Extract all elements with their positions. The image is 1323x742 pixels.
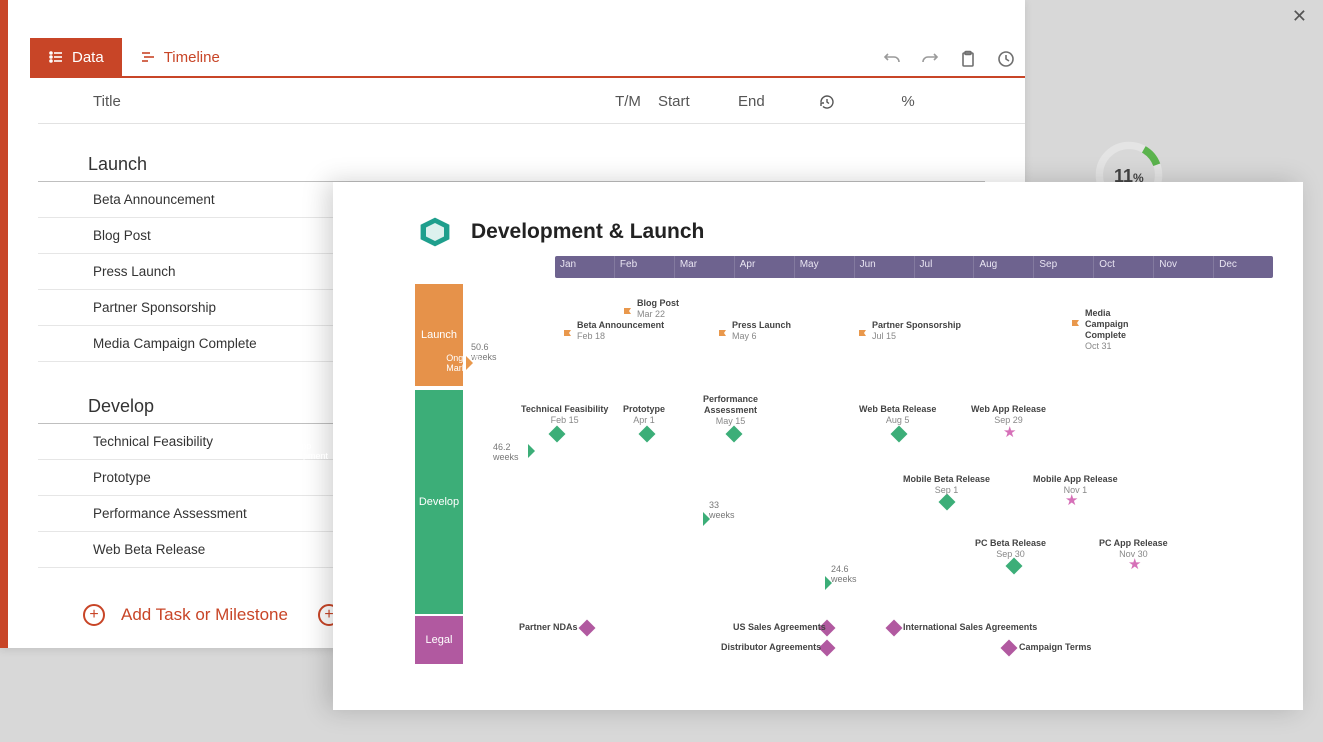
flag-icon [623,308,633,320]
milestone-label: Media Campaign CompleteOct 31 [1085,308,1129,352]
milestone-label: Mobile App ReleaseNov 1 [1033,474,1118,496]
list-icon [48,49,64,65]
bar-label: Mobile App Development [510,509,563,529]
gantt-chart: Jan Feb Mar Apr May Jun Jul Aug Sep Oct … [415,256,1273,680]
tab-data-label: Data [72,49,104,66]
toolbar [883,40,1015,78]
milestone-label: Campaign Terms [1019,642,1091,653]
month-cell: May [794,256,854,278]
diamond-icon [939,494,956,511]
month-cell: Feb [614,256,674,278]
milestone-label: Blog PostMar 22 [637,298,679,320]
add-task-button[interactable]: + Add Task or Milestone [83,604,288,626]
flag-icon [858,330,868,342]
close-button[interactable]: ✕ [1292,6,1307,27]
diamond-icon [549,426,566,443]
diamond-icon [1006,558,1023,575]
swimlane-label: Legal [415,616,463,664]
milestone-label: Technical FeasibilityFeb 15 [521,404,608,426]
month-cell: Jan [555,256,614,278]
diamond-icon [579,620,596,637]
col-end: End [738,93,818,110]
diamond-icon [886,620,903,637]
diamond-icon [891,426,908,443]
milestone-label: Web App ReleaseSep 29 [971,404,1046,426]
tab-timeline[interactable]: Timeline [122,38,238,76]
milestone-label: Web Beta ReleaseAug 5 [859,404,936,426]
milestone-label: Performance AssessmentMay 15 [703,394,758,427]
app-logo-icon [417,214,453,250]
milestone-label: PC Beta ReleaseSep 30 [975,538,1046,560]
milestone-label: Press LaunchMay 6 [732,320,791,342]
milestone-label: Mobile Beta ReleaseSep 1 [903,474,990,496]
flag-icon [718,330,728,342]
milestone-label: PrototypeApr 1 [623,404,665,426]
timeline-icon [140,49,156,65]
tab-bar: Data Timeline [30,40,1025,78]
flag-icon [1071,320,1081,332]
tab-timeline-label: Timeline [164,49,220,66]
month-cell: Oct [1093,256,1153,278]
milestone-label: Partner NDAs [519,622,575,633]
timeline-preview: Development & Launch Jan Feb Mar Apr May… [333,182,1303,710]
month-cell: Mar [674,256,734,278]
milestone-label: US Sales Agreements [733,622,815,633]
preview-title: Development & Launch [471,220,704,244]
col-percent: % [878,93,938,110]
month-axis: Jan Feb Mar Apr May Jun Jul Aug Sep Oct … [555,256,1273,278]
plus-icon: + [83,604,105,626]
col-title: Title [38,93,598,110]
flag-icon [563,330,573,342]
bar-label: Web App Development [275,441,328,461]
milestone-label: Beta AnnouncementFeb 18 [577,320,664,342]
milestone-label: Distributor Agreements [721,642,815,653]
month-cell: Dec [1213,256,1273,278]
duration-label: 46.2 weeks [493,442,519,462]
milestone-label: Partner SponsorshipJul 15 [872,320,961,342]
diamond-icon [1001,640,1018,657]
col-start: Start [658,93,738,110]
group-launch[interactable]: Launch [38,140,985,182]
diamond-icon [639,426,656,443]
month-cell: Nov [1153,256,1213,278]
month-cell: Apr [734,256,794,278]
undo-button[interactable] [883,50,901,68]
col-history-icon [818,93,878,111]
month-cell: Aug [973,256,1033,278]
swimlane-label: Develop [415,390,463,614]
diamond-icon [726,426,743,443]
duration-label: 33 weeks [709,500,735,520]
history-button[interactable] [997,50,1015,68]
tab-data[interactable]: Data [30,38,122,76]
redo-button[interactable] [921,50,939,68]
month-cell: Jul [914,256,974,278]
duration-label: 24.6 weeks [831,564,857,584]
bar-label: Windows App Development [662,568,715,598]
add-task-label: Add Task or Milestone [121,605,288,625]
milestone-label: PC App ReleaseNov 30 [1099,538,1168,560]
column-headers: Title T/M Start End % [38,80,1025,124]
month-cell: Sep [1033,256,1093,278]
clipboard-button[interactable] [959,50,977,68]
col-tm: T/M [598,93,658,110]
milestone-label: International Sales Agreements [903,622,1037,633]
month-cell: Jun [854,256,914,278]
